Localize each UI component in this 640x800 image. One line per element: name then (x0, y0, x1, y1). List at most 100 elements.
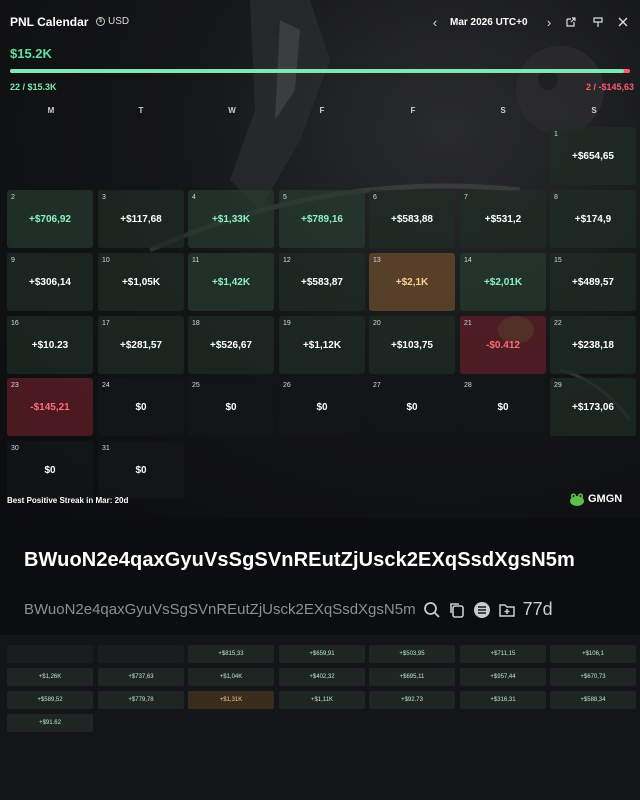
weekday-label: T (138, 106, 144, 115)
day-number: 6 (373, 194, 377, 201)
day-cell-9[interactable]: 9 +$306,14 (7, 253, 93, 311)
win-loss-bar (10, 69, 630, 73)
day-cell-19[interactable]: 19 +$1,12K (279, 316, 365, 374)
day-number: 8 (554, 194, 558, 201)
weekday-label: S (500, 106, 506, 115)
day-cell-2[interactable]: 2 +$706,92 (7, 190, 93, 248)
weekday-header: M T W F F S S (0, 106, 640, 118)
mini-day-cell: +$711,15 (460, 645, 546, 663)
losing-days-summary: 2 / -$145,63 (586, 82, 634, 92)
day-number: 3 (102, 194, 106, 201)
folder-add-icon[interactable] (498, 601, 516, 619)
day-cell-14[interactable]: 14 +$2,01K (460, 253, 546, 311)
streak-value: 20d (114, 496, 129, 505)
wallet-age: 77d (522, 599, 553, 619)
day-number: 22 (554, 320, 562, 327)
day-cell-3[interactable]: 3 +$117,68 (98, 190, 184, 248)
day-cell-10[interactable]: 10 +$1,05K (98, 253, 184, 311)
winning-days-summary: 22 / $15.3K (10, 82, 57, 92)
mini-day-cell: +$779,78 (98, 691, 184, 709)
day-number: 11 (192, 257, 200, 264)
day-cell-29[interactable]: 29 +$173,06 (550, 378, 636, 436)
wallet-address-row: BWuoN2e4qaxGyuVsSgSVnREutZjUsck2EXqSsdXg… (24, 599, 553, 620)
positive-streak: Best Positive Streak in Mar: 20d (7, 496, 128, 505)
day-cell-4[interactable]: 4 +$1,33K (188, 190, 274, 248)
weekday-label: S (591, 106, 597, 115)
day-pnl-value: -$0.412 (486, 340, 520, 351)
mini-day-cell: +$503,95 (369, 645, 455, 663)
day-cell-11[interactable]: 11 +$1,42K (188, 253, 274, 311)
day-cell-18[interactable]: 18 +$526,67 (188, 316, 274, 374)
day-cell-26[interactable]: 26 $0 (279, 378, 365, 436)
mini-day-cell: +$588,34 (550, 691, 636, 709)
day-number: 23 (11, 382, 19, 389)
streak-label: Best Positive Streak in Mar: (7, 496, 113, 505)
calendar-title: PNL Calendar (10, 15, 89, 29)
mini-empty-cell (7, 645, 93, 663)
day-pnl-value: +$654,65 (572, 151, 614, 162)
day-number: 10 (102, 257, 110, 264)
day-cell-1[interactable]: 1 +$654,65 (550, 127, 636, 185)
day-number: 24 (102, 382, 110, 389)
day-cell-28[interactable]: 28 $0 (460, 378, 546, 436)
day-cell-22[interactable]: 22 +$238,18 (550, 316, 636, 374)
day-number: 14 (464, 257, 472, 264)
day-number: 1 (554, 131, 558, 138)
day-cell-12[interactable]: 12 +$583,87 (279, 253, 365, 311)
month-label: Mar 2026 UTC+0 (450, 17, 528, 28)
day-pnl-value: +$281,57 (120, 340, 162, 351)
day-number: 9 (11, 257, 15, 264)
day-cell-24[interactable]: 24 $0 (98, 378, 184, 436)
currency-label: USD (108, 16, 130, 27)
total-pnl: $15.2K (10, 46, 52, 61)
day-number: 28 (464, 382, 472, 389)
mini-day-cell: +$670,73 (550, 668, 636, 686)
day-number: 4 (192, 194, 196, 201)
copy-icon[interactable] (448, 601, 466, 619)
day-pnl-value: +$2,01K (483, 277, 523, 288)
day-cell-23[interactable]: 23 -$145,21 (7, 378, 93, 436)
losing-days-amount: -$145,63 (598, 82, 634, 92)
day-cell-7[interactable]: 7 +$531,2 (460, 190, 546, 248)
solana-icon[interactable] (473, 601, 491, 619)
day-number: 17 (102, 320, 110, 327)
day-cell-27[interactable]: 27 $0 (369, 378, 455, 436)
day-pnl-value: $0 (497, 402, 509, 413)
win-loss-bar-fill (10, 69, 624, 73)
day-number: 25 (192, 382, 200, 389)
day-cell-31[interactable]: 31 $0 (98, 441, 184, 499)
day-pnl-value: +$789,16 (301, 214, 343, 225)
open-external-icon[interactable] (565, 16, 577, 28)
day-cell-15[interactable]: 15 +$489,57 (550, 253, 636, 311)
day-cell-13[interactable]: 13 +$2,1K (369, 253, 455, 311)
mini-day-cell: +$1,31K (188, 691, 274, 709)
close-icon[interactable] (617, 16, 629, 28)
mini-empty-cell (98, 645, 184, 663)
day-pnl-value: +$103,75 (391, 340, 433, 351)
day-cell-17[interactable]: 17 +$281,57 (98, 316, 184, 374)
mini-day-cell: +$815,33 (188, 645, 274, 663)
share-icon[interactable] (592, 16, 604, 28)
wallet-address: BWuoN2e4qaxGyuVsSgSVnREutZjUsck2EXqSsdXg… (24, 601, 416, 618)
day-pnl-value: +$306,14 (29, 277, 71, 288)
day-cell-30[interactable]: 30 $0 (7, 441, 93, 499)
day-cell-21[interactable]: 21 -$0.412 (460, 316, 546, 374)
currency-selector[interactable]: $ USD (96, 16, 129, 27)
mini-day-cell: +$91.62 (7, 714, 93, 732)
day-cell-8[interactable]: 8 +$174,9 (550, 190, 636, 248)
next-month-chevron-icon[interactable]: › (542, 12, 556, 32)
search-icon[interactable] (423, 601, 441, 619)
day-pnl-value: +$706,92 (29, 214, 71, 225)
day-cell-16[interactable]: 16 +$10.23 (7, 316, 93, 374)
day-number: 27 (373, 382, 381, 389)
mini-day-cell: +$589,52 (7, 691, 93, 709)
day-cell-6[interactable]: 6 +$583,88 (369, 190, 455, 248)
day-number: 30 (11, 445, 19, 452)
day-pnl-value: +$2,1K (395, 277, 429, 288)
day-cell-5[interactable]: 5 +$789,16 (279, 190, 365, 248)
day-cell-20[interactable]: 20 +$103,75 (369, 316, 455, 374)
day-number: 7 (464, 194, 468, 201)
prev-month-chevron-icon[interactable]: ‹ (428, 12, 442, 32)
day-cell-25[interactable]: 25 $0 (188, 378, 274, 436)
day-number: 18 (192, 320, 200, 327)
